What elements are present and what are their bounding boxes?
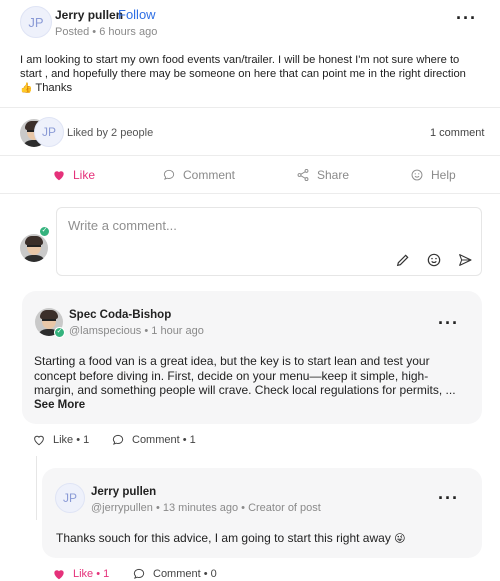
commenter-name[interactable]: Spec Coda-Bishop xyxy=(69,309,171,321)
reply-like-label: Like • 1 xyxy=(73,568,110,580)
comment-card: ✓ Spec Coda-Bishop @lamspecious • 1 hour… xyxy=(22,291,482,424)
commenter-handle[interactable]: @lamspecious xyxy=(69,325,141,337)
like-button[interactable]: Like xyxy=(52,168,95,182)
heart-icon xyxy=(54,570,64,580)
comment-button[interactable]: Comment xyxy=(162,168,235,182)
pencil-icon[interactable] xyxy=(395,252,411,268)
post-body-line: start , and hopefully there may be someo… xyxy=(20,68,466,80)
share-label: Share xyxy=(317,168,350,182)
reply-handle[interactable]: @jerrypullen xyxy=(91,502,153,514)
comment-text-line: Starting a food van is a great idea, but… xyxy=(34,354,430,368)
share-icon xyxy=(297,168,309,182)
divider xyxy=(0,155,500,156)
send-icon[interactable] xyxy=(457,252,473,268)
follow-button[interactable]: Follow xyxy=(118,7,156,22)
comment-reply-label: Comment • 1 xyxy=(132,434,196,446)
like-label: Like xyxy=(73,168,96,182)
reply-meta: @jerrypullen • 13 minutes ago • Creator … xyxy=(91,502,321,514)
post-body-line: 👍 Thanks xyxy=(20,81,480,96)
post-body-text: Thanks xyxy=(35,82,73,94)
comment-bubble-icon xyxy=(133,568,145,579)
reply-like-button[interactable]: Like • 1 xyxy=(52,567,109,581)
comment-input-placeholder[interactable]: Write a comment... xyxy=(68,218,177,233)
help-label: Help xyxy=(431,168,456,182)
reply-more-options-icon[interactable]: ··· xyxy=(438,488,459,509)
liked-by-text[interactable]: Liked by 2 people xyxy=(67,127,153,139)
creator-badge: Creator of post xyxy=(248,502,321,514)
share-button[interactable]: Share xyxy=(296,168,349,182)
comment-like-button[interactable]: Like • 1 xyxy=(32,433,89,447)
reply-time: 13 minutes ago xyxy=(162,502,239,514)
emoji-icon[interactable] xyxy=(426,252,442,268)
comment-bubble-icon xyxy=(163,169,175,180)
comment-like-label: Like • 1 xyxy=(53,434,90,446)
comment-text: Starting a food van is a great idea, but… xyxy=(34,354,474,412)
comment-bubble-icon xyxy=(112,434,124,445)
help-button[interactable]: Help xyxy=(410,168,456,182)
comment-more-options-icon[interactable]: ··· xyxy=(438,313,459,334)
reply-comment-button[interactable]: Comment • 0 xyxy=(132,567,217,581)
comment-text-line: margin, and something people will crave.… xyxy=(34,383,456,397)
comment-time: 1 hour ago xyxy=(151,325,204,337)
comment-label: Comment xyxy=(183,168,236,182)
see-more-link[interactable]: See More xyxy=(34,398,474,413)
author-avatar[interactable]: JP xyxy=(20,6,52,38)
heart-icon xyxy=(54,171,64,181)
reply-card: JP Jerry pullen @jerrypullen • 13 minute… xyxy=(42,468,482,558)
post-author-name[interactable]: Jerry pullen xyxy=(55,8,123,22)
avatar-initials: JP xyxy=(28,14,44,30)
reply-text-body: Thanks souch for this advice, I am going… xyxy=(56,531,391,545)
current-user-avatar xyxy=(20,234,48,262)
comment-count[interactable]: 1 comment xyxy=(430,127,484,139)
thumbs-up-emoji: 👍 xyxy=(20,83,33,94)
avatar-initials: JP xyxy=(41,125,56,139)
verified-check-icon: ✓ xyxy=(39,226,50,237)
post-body-line: I am looking to start my own food events… xyxy=(20,54,460,66)
winking-tongue-emoji: 😜 xyxy=(394,533,406,545)
reply-author-avatar[interactable]: JP xyxy=(55,483,85,513)
thread-line xyxy=(36,456,37,520)
reply-author-name[interactable]: Jerry pullen xyxy=(91,486,156,498)
post-meta: Posted • 6 hours ago xyxy=(55,26,158,38)
comment-composer[interactable]: Write a comment... xyxy=(56,207,482,276)
heart-outline-icon xyxy=(34,435,44,446)
comment-text-line: concept before diving in. First, decide … xyxy=(34,368,429,383)
divider xyxy=(0,107,500,108)
smiley-icon xyxy=(411,169,423,181)
divider xyxy=(0,193,500,194)
post-body: I am looking to start my own food events… xyxy=(20,53,480,96)
liker-avatar-initials[interactable]: JP xyxy=(34,117,64,147)
verified-check-icon: ✓ xyxy=(54,327,65,338)
comment-meta: @lamspecious • 1 hour ago xyxy=(69,325,204,337)
reply-comment-label: Comment • 0 xyxy=(153,568,217,580)
post-more-options-icon[interactable]: ··· xyxy=(456,8,477,29)
reply-text: Thanks souch for this advice, I am going… xyxy=(56,531,406,545)
avatar-initials: JP xyxy=(62,491,77,505)
comment-reply-button[interactable]: Comment • 1 xyxy=(111,433,196,447)
